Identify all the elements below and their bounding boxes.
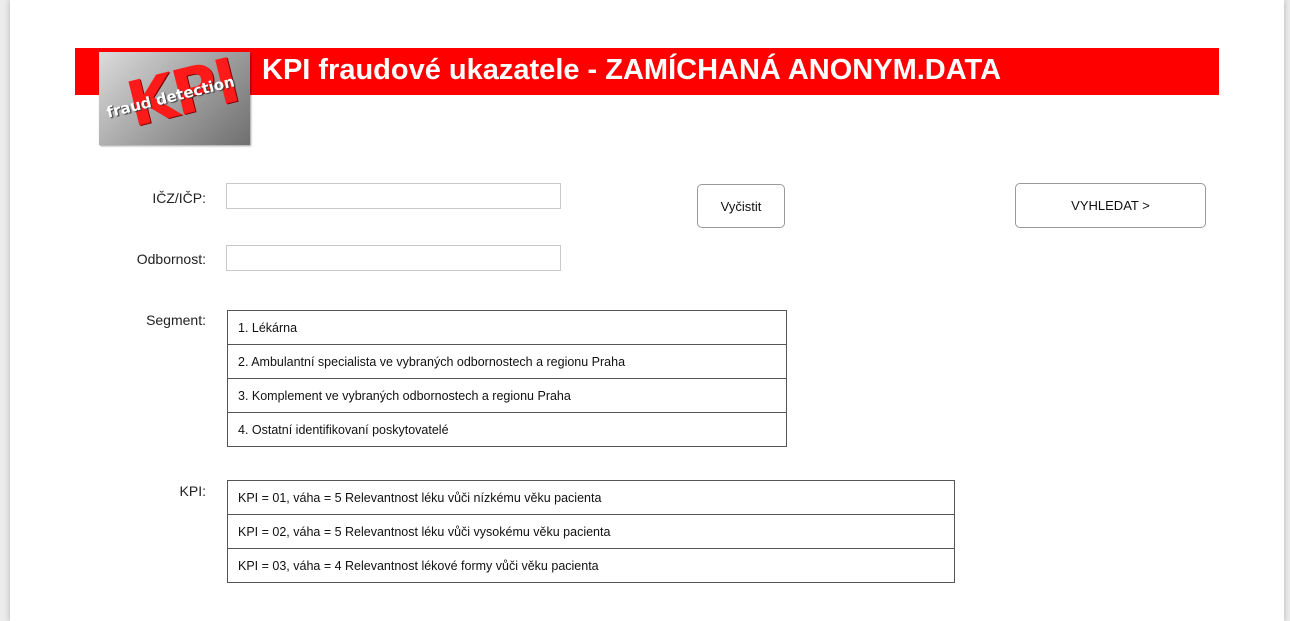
clear-button[interactable]: Vyčistit [697,184,785,228]
odbornost-input[interactable] [226,245,561,271]
segment-option-4[interactable]: 4. Ostatní identifikovaní poskytovatelé [228,413,786,447]
search-button[interactable]: VYHLEDAT > [1015,183,1206,228]
odbornost-label: Odbornost: [136,251,206,267]
kpi-logo: KPI fraud detection [99,52,250,145]
kpi-option-2[interactable]: KPI = 02, váha = 5 Relevantnost léku vůč… [228,515,954,549]
segment-option-1[interactable]: 1. Lékárna [228,311,786,345]
segment-list: 1. Lékárna 2. Ambulantní specialista ve … [227,310,787,447]
segment-label: Segment: [146,312,206,328]
kpi-list: KPI = 01, váha = 5 Relevantnost léku vůč… [227,480,955,583]
kpi-option-3[interactable]: KPI = 03, váha = 4 Relevantnost lékové f… [228,549,954,583]
kpi-list-viewport[interactable]: KPI = 01, váha = 5 Relevantnost léku vůč… [227,480,955,587]
page-title: KPI fraudové ukazatele - ZAMÍCHANÁ ANONY… [262,54,1002,86]
icz-label: IČZ/IČP: [152,190,206,206]
segment-option-3[interactable]: 3. Komplement ve vybraných odbornostech … [228,379,786,413]
kpi-option-1[interactable]: KPI = 01, váha = 5 Relevantnost léku vůč… [228,481,954,515]
kpi-label: KPI: [179,483,206,499]
icz-input[interactable] [226,183,561,209]
segment-option-2[interactable]: 2. Ambulantní specialista ve vybraných o… [228,345,786,379]
